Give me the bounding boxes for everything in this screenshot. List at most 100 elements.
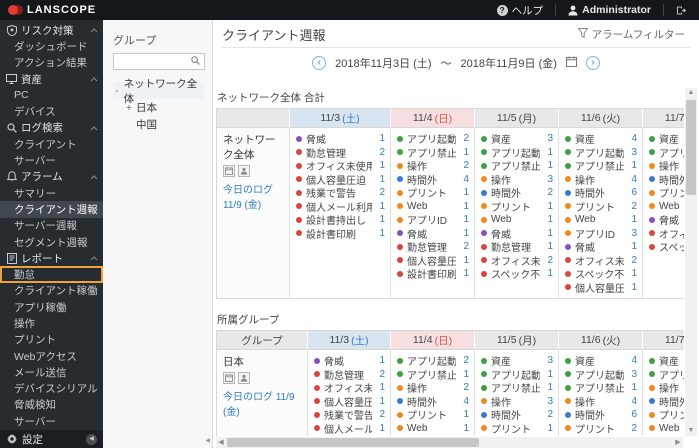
sidebar-item[interactable]: 操作 bbox=[0, 315, 103, 331]
alarm-item[interactable]: 個人容量圧迫1 bbox=[296, 173, 385, 187]
alarm-item[interactable]: オフィス未使用2 bbox=[565, 254, 637, 268]
alarm-item[interactable]: 個人容量圧迫1 bbox=[314, 395, 385, 409]
alarm-item[interactable]: 資産 4 bbox=[565, 354, 637, 368]
sidebar-item[interactable]: サーバー bbox=[0, 152, 103, 168]
alarm-item[interactable]: 勤怠管理 2 bbox=[296, 146, 385, 160]
sidebar-item[interactable]: サーバー週報 bbox=[0, 218, 103, 234]
alarm-item[interactable]: 脅威 1 bbox=[314, 354, 385, 368]
alarm-item[interactable]: 操作 2 bbox=[397, 381, 469, 395]
sidebar-item[interactable]: 脅威検知 bbox=[0, 397, 103, 413]
alarm-item[interactable]: 時間外 4 bbox=[397, 173, 469, 187]
alarm-item[interactable]: アプリ起動 3 bbox=[565, 146, 637, 160]
sidebar-item[interactable]: サマリー bbox=[0, 185, 103, 201]
alarm-item[interactable]: アプリ起動 1 bbox=[481, 146, 553, 160]
alarm-item[interactable]: 個人容量圧迫1 bbox=[397, 254, 469, 268]
today-log-link[interactable]: 今日のログ 11/9 (金) bbox=[223, 181, 284, 211]
prev-week-button[interactable]: ‹ bbox=[312, 56, 327, 70]
user-menu[interactable]: Administrator bbox=[556, 0, 663, 20]
alarm-item[interactable]: 時間外 bbox=[649, 395, 684, 409]
alarm-item[interactable]: 時間外 2 bbox=[481, 408, 553, 422]
alarm-item[interactable]: 時間外 6 bbox=[565, 408, 637, 422]
group-tree-item[interactable]: - ネットワーク全体 bbox=[113, 78, 204, 105]
lanscope-logo[interactable]: LANSCOPE bbox=[0, 0, 96, 20]
horizontal-scrollbar-thumb[interactable] bbox=[227, 438, 480, 447]
alarm-item[interactable]: 残業で警告 2 bbox=[314, 408, 385, 422]
alarm-item[interactable]: アプリ起動 1 bbox=[481, 368, 553, 382]
alarm-item[interactable]: アプリID 3 bbox=[565, 227, 637, 241]
tree-expander-icon[interactable]: - bbox=[113, 85, 121, 97]
calendar-icon[interactable] bbox=[565, 56, 577, 70]
alarm-item[interactable]: スペック不足 bbox=[649, 240, 684, 254]
alarm-item[interactable]: 設計書印刷 1 bbox=[296, 227, 385, 241]
alarm-item[interactable]: 資産 bbox=[649, 132, 684, 146]
alarm-item[interactable]: 操作 3 bbox=[481, 173, 553, 187]
sidebar-item[interactable]: デバイスシリアル bbox=[0, 381, 103, 397]
scroll-down-arrow-icon[interactable]: ▼ bbox=[685, 426, 697, 436]
alarm-item[interactable]: アプリ禁止 1 bbox=[397, 368, 469, 382]
alarm-item[interactable]: アプリ起動 2 bbox=[397, 354, 469, 368]
alarm-item[interactable]: 個人容量圧迫1 bbox=[565, 281, 637, 295]
alarm-item[interactable]: プリント 2 bbox=[565, 200, 637, 214]
alarm-item[interactable]: Web bbox=[649, 200, 684, 214]
alarm-item[interactable]: 時間外 4 bbox=[397, 395, 469, 409]
alarm-item[interactable]: プリント 1 bbox=[397, 408, 469, 422]
alarm-item[interactable]: 脅威 1 bbox=[397, 227, 469, 241]
mini-client-icon[interactable] bbox=[238, 165, 250, 177]
sidebar-item[interactable]: Webアクセス bbox=[0, 348, 103, 364]
group-tree-item[interactable]: 中国 bbox=[113, 116, 204, 133]
scroll-right-arrow-icon[interactable]: ▶ bbox=[673, 437, 683, 448]
alarm-item[interactable]: 勤怠管理 2 bbox=[314, 368, 385, 382]
alarm-item[interactable]: アプリ禁止 1 bbox=[481, 381, 553, 395]
alarm-item[interactable]: Web 1 bbox=[481, 213, 553, 227]
sidebar-item[interactable]: クライアント bbox=[0, 136, 103, 152]
alarm-item[interactable]: 設計書印刷 1 bbox=[397, 267, 469, 281]
alarm-item[interactable]: 個人メール利用1 bbox=[314, 422, 385, 436]
sidebar-collapse-button[interactable]: ◀ bbox=[86, 433, 97, 445]
sidebar-section-0[interactable]: リスク対策 bbox=[0, 22, 103, 38]
alarm-item[interactable]: 操作 2 bbox=[397, 159, 469, 173]
sidebar-item[interactable]: メール送信 bbox=[0, 364, 103, 380]
logout-button[interactable] bbox=[664, 0, 699, 20]
alarm-item[interactable]: アプリID1 bbox=[397, 435, 469, 436]
alarm-item[interactable]: 操作 3 bbox=[481, 395, 553, 409]
sidebar-item[interactable]: プリント bbox=[0, 332, 103, 348]
alarm-item[interactable]: 勤怠管理 1 bbox=[481, 240, 553, 254]
alarm-item[interactable]: 脅威 1 bbox=[296, 132, 385, 146]
today-log-link[interactable]: 今日のログ 11/9 (金) bbox=[223, 388, 302, 418]
alarm-item[interactable]: アプリ起動 3 bbox=[565, 368, 637, 382]
tree-expander-icon[interactable]: + bbox=[125, 102, 133, 114]
sidebar-item[interactable]: クライアント稼働 bbox=[0, 283, 103, 299]
mini-calendar-icon[interactable] bbox=[223, 372, 235, 384]
mini-client-icon[interactable] bbox=[238, 372, 250, 384]
alarm-item[interactable]: オフィス未使用 bbox=[649, 227, 684, 241]
alarm-item[interactable]: 時間外 2 bbox=[481, 186, 553, 200]
sidebar-item[interactable]: サーバー bbox=[0, 413, 103, 429]
alarm-item[interactable]: Web bbox=[649, 422, 684, 436]
sidebar-item[interactable]: デバイス bbox=[0, 103, 103, 119]
sidebar-item[interactable]: PC bbox=[0, 87, 103, 103]
alarm-item[interactable]: アプリ禁止 1 bbox=[565, 159, 637, 173]
alarm-item[interactable]: 資産 4 bbox=[565, 132, 637, 146]
sidebar-section-2[interactable]: ログ検索 bbox=[0, 120, 103, 136]
sidebar-item[interactable]: アクション結果 bbox=[0, 55, 103, 71]
alarm-item[interactable]: プリント 1 bbox=[481, 422, 553, 436]
alarm-item[interactable]: オフィス未使用1 bbox=[296, 159, 385, 173]
alarm-item[interactable]: 勤怠管理 2 bbox=[397, 240, 469, 254]
scroll-left-arrow-icon[interactable]: ◀ bbox=[216, 437, 226, 448]
alarm-item[interactable]: 操作 bbox=[649, 159, 684, 173]
sidebar-section-1[interactable]: 資産 bbox=[0, 71, 103, 87]
sidebar-item[interactable]: セグメント週報 bbox=[0, 234, 103, 250]
alarm-item[interactable]: 資産 3 bbox=[481, 354, 553, 368]
alarm-item[interactable]: アプリ禁止 1 bbox=[397, 146, 469, 160]
alarm-filter-button[interactable]: アラームフィルター bbox=[577, 27, 685, 42]
alarm-item[interactable]: アプリ禁止 1 bbox=[481, 159, 553, 173]
alarm-item[interactable]: プリント 2 bbox=[565, 422, 637, 436]
alarm-item[interactable]: プリント 1 bbox=[397, 186, 469, 200]
alarm-item[interactable]: 脅威 bbox=[649, 213, 684, 227]
alarm-item[interactable]: 個人メール利用1 bbox=[296, 200, 385, 214]
alarm-item[interactable]: スペック不足 1 bbox=[481, 267, 553, 281]
alarm-item[interactable]: アプリ起動 2 bbox=[397, 132, 469, 146]
alarm-item[interactable]: アプリ禁止 bbox=[649, 368, 684, 382]
next-week-button[interactable]: › bbox=[585, 56, 600, 70]
alarm-item[interactable]: プリント bbox=[649, 408, 684, 422]
